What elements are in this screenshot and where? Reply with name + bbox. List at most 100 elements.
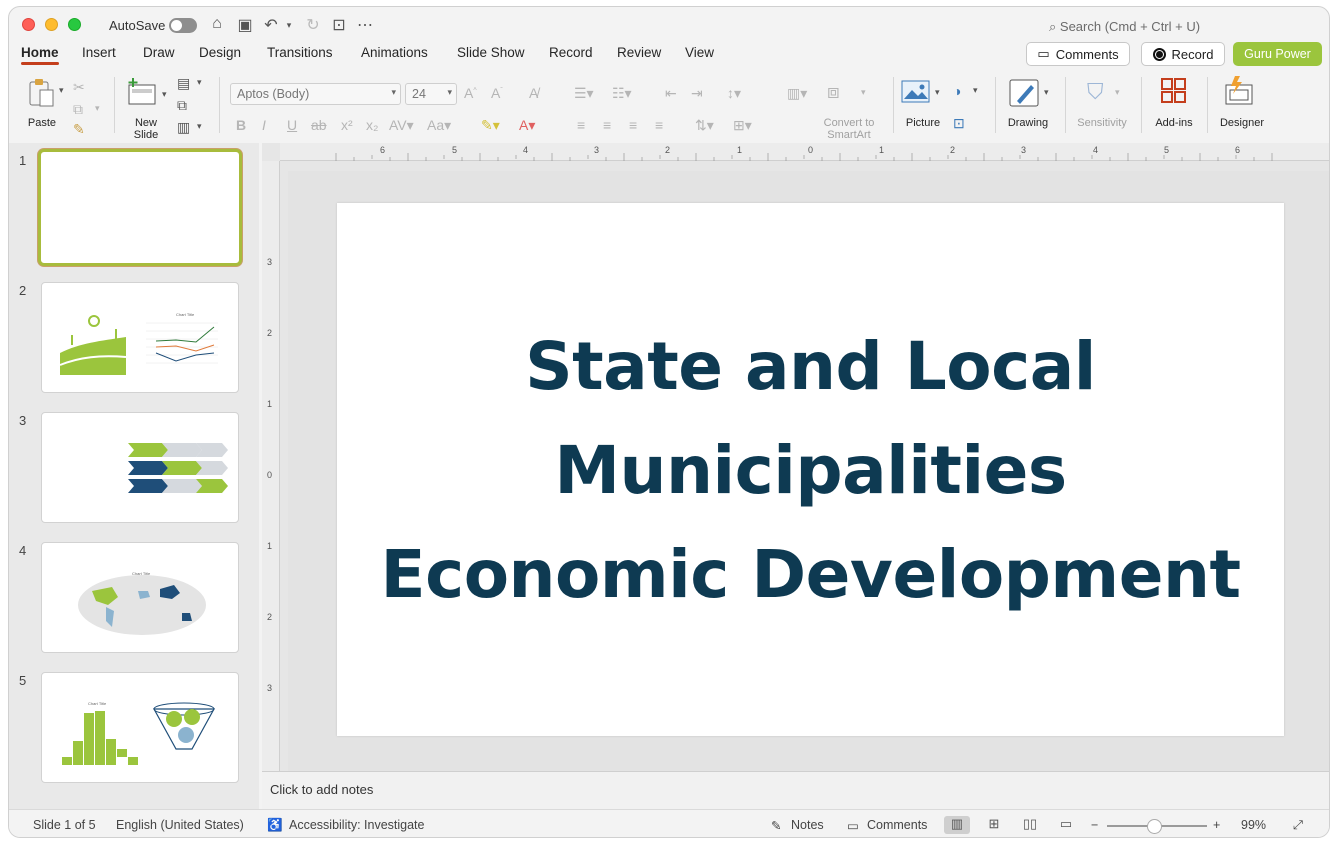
slide-thumbnail-4[interactable]: Chart Title [41, 542, 239, 653]
paste-icon[interactable] [25, 77, 59, 109]
paste-dropdown-icon[interactable]: ▾ [59, 85, 64, 96]
tab-transitions[interactable]: Transitions [267, 45, 333, 60]
layout-dropdown-icon[interactable]: ▾ [197, 77, 202, 88]
increase-font-icon[interactable]: A^ [464, 85, 477, 101]
slideshow-view-icon[interactable]: ▭ [1053, 816, 1079, 834]
align-right-icon[interactable]: ≡ [629, 117, 637, 133]
layout-icon[interactable]: ▤ [177, 75, 190, 92]
superscript-icon[interactable]: x² [341, 117, 353, 133]
strikethrough-icon[interactable]: ab [311, 117, 327, 133]
textbox-icon[interactable]: ⊡ [953, 115, 965, 132]
slide-sorter-icon[interactable]: ⊞ [981, 816, 1007, 834]
copy-icon[interactable]: ⧉ [73, 101, 83, 118]
sensitivity-icon[interactable]: ⛉ [1087, 79, 1104, 105]
bullets-icon[interactable]: ☰▾ [574, 85, 594, 102]
slide-title[interactable]: State and Local Municipalities Economic … [337, 315, 1284, 627]
subscript-icon[interactable]: x₂ [366, 117, 378, 133]
tab-review[interactable]: Review [617, 45, 661, 60]
minimize-window-button[interactable] [45, 18, 58, 31]
normal-view-icon[interactable]: ▥ [944, 816, 970, 834]
home-icon[interactable]: ⌂ [207, 15, 227, 33]
shapes-icon[interactable]: ◑ [953, 83, 961, 99]
convert-smartart-label[interactable]: Convert to SmartArt [815, 117, 883, 141]
increase-indent-icon[interactable]: ⇥ [691, 85, 703, 102]
line-spacing-icon[interactable]: ↕▾ [727, 85, 741, 102]
maximize-window-button[interactable] [68, 18, 81, 31]
align-center-icon[interactable]: ≡ [603, 117, 611, 133]
present-icon[interactable]: ⊡ [329, 15, 349, 35]
clear-formatting-icon[interactable]: A̸ [529, 85, 538, 101]
tab-animations[interactable]: Animations [361, 45, 428, 60]
notes-pane[interactable]: Click to add notes [262, 771, 1329, 809]
drawing-dropdown-icon[interactable]: ▾ [1044, 87, 1049, 98]
columns-icon[interactable]: ▥▾ [787, 85, 807, 102]
new-slide-icon[interactable] [127, 77, 157, 107]
designer-icon[interactable] [1223, 75, 1255, 107]
tab-record[interactable]: Record [549, 45, 593, 60]
zoom-level[interactable]: 99% [1241, 818, 1266, 832]
section-dropdown-icon[interactable]: ▾ [197, 121, 202, 132]
smartart-dropdown-icon[interactable]: ▾ [861, 87, 866, 98]
zoom-in-icon[interactable]: + [1213, 818, 1220, 832]
justify-icon[interactable]: ≡ [655, 117, 663, 133]
slide-thumbnail-pane[interactable]: 1 2 Chart Title 3 4 Chart Title 5 Chart … [9, 143, 259, 809]
redo-icon[interactable]: ↻ [303, 15, 323, 35]
align-text-icon[interactable]: ⊞▾ [733, 117, 752, 134]
slide-thumbnail-2[interactable]: Chart Title [41, 282, 239, 393]
numbering-icon[interactable]: ☷▾ [612, 85, 632, 102]
sensitivity-label[interactable]: Sensitivity [1073, 117, 1131, 129]
reset-icon[interactable]: ⧉ [177, 97, 187, 114]
guru-power-button[interactable]: Guru Power [1233, 42, 1322, 66]
slide-thumbnail-3[interactable] [41, 412, 239, 523]
tab-draw[interactable]: Draw [143, 45, 175, 60]
picture-icon[interactable] [901, 79, 931, 107]
shapes-dropdown-icon[interactable]: ▾ [973, 85, 978, 96]
decrease-indent-icon[interactable]: ⇤ [665, 85, 677, 102]
highlight-icon[interactable]: ✎▾ [481, 117, 500, 134]
align-left-icon[interactable]: ≡ [577, 117, 585, 133]
tab-insert[interactable]: Insert [82, 45, 116, 60]
tab-design[interactable]: Design [199, 45, 241, 60]
slide-1[interactable]: State and Local Municipalities Economic … [337, 203, 1284, 736]
record-button[interactable]: Record [1141, 42, 1225, 66]
drawing-icon[interactable] [1008, 77, 1042, 109]
notes-placeholder[interactable]: Click to add notes [270, 782, 373, 797]
font-color-icon[interactable]: A▾ [519, 117, 535, 134]
new-slide-dropdown-icon[interactable]: ▾ [162, 89, 167, 100]
smartart-icon[interactable]: ⧈ [827, 81, 840, 104]
picture-dropdown-icon[interactable]: ▾ [935, 87, 940, 98]
cut-icon[interactable]: ✂ [73, 79, 85, 96]
accessibility-status[interactable]: Accessibility: Investigate [289, 818, 424, 832]
zoom-slider-handle[interactable] [1147, 819, 1162, 834]
text-direction-icon[interactable]: ⇅▾ [695, 117, 714, 134]
decrease-font-icon[interactable]: Aˇ [491, 85, 503, 101]
tab-slide-show[interactable]: Slide Show [457, 45, 525, 60]
font-name-select[interactable]: Aptos (Body) ▾ [230, 83, 401, 105]
format-painter-icon[interactable]: ✎ [73, 121, 85, 138]
change-case-icon[interactable]: Aa▾ [427, 117, 451, 134]
italic-icon[interactable]: I [262, 117, 266, 133]
search-input[interactable]: ⌕ Search (Cmd + Ctrl + U) [1049, 19, 1200, 35]
reading-view-icon[interactable]: ▯▯ [1017, 816, 1043, 834]
underline-icon[interactable]: U [287, 117, 297, 133]
autosave-toggle[interactable] [169, 18, 197, 33]
close-window-button[interactable] [22, 18, 35, 31]
bold-icon[interactable]: B [236, 117, 246, 133]
character-spacing-icon[interactable]: AV▾ [389, 117, 414, 134]
undo-icon[interactable]: ↶ [261, 15, 281, 35]
comments-status-button[interactable]: Comments [867, 818, 927, 832]
sensitivity-dropdown-icon[interactable]: ▾ [1115, 87, 1120, 98]
addins-icon[interactable] [1159, 77, 1189, 107]
zoom-out-icon[interactable]: − [1091, 818, 1098, 832]
slide-thumbnail-5[interactable]: Chart Title [41, 672, 239, 783]
language-status[interactable]: English (United States) [116, 818, 244, 832]
tab-home[interactable]: Home [21, 45, 59, 65]
comments-button[interactable]: ▭ Comments [1026, 42, 1130, 66]
tab-view[interactable]: View [685, 45, 714, 60]
undo-dropdown-icon[interactable]: ▾ [279, 20, 299, 31]
notes-button[interactable]: Notes [791, 818, 824, 832]
slide-thumbnail-1[interactable] [38, 149, 242, 266]
copy-dropdown-icon[interactable]: ▾ [95, 103, 100, 114]
save-icon[interactable]: ▣ [235, 15, 255, 35]
section-icon[interactable]: ▥ [177, 119, 190, 136]
